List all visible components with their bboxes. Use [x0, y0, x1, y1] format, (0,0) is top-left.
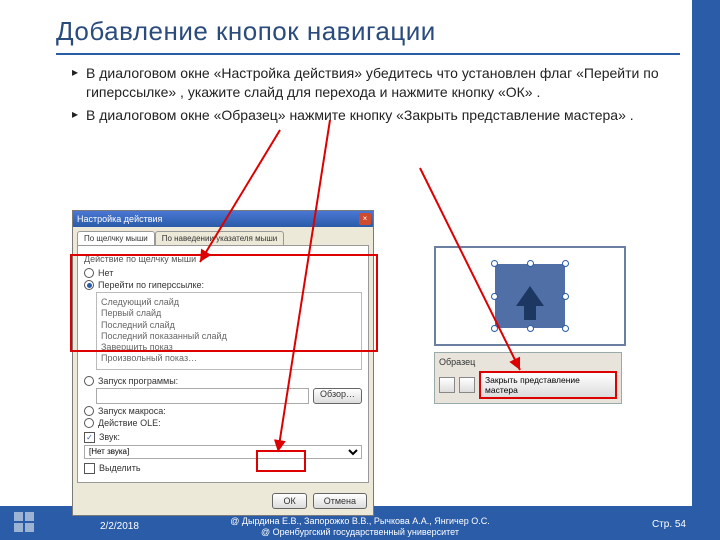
radio-run-program[interactable]: Запуск программы: — [84, 376, 362, 386]
radio-macro[interactable]: Запуск макроса: — [84, 406, 362, 416]
slide-title-bar: Добавление кнопок навигации — [56, 16, 680, 55]
close-master-view-button[interactable]: Закрыть представление мастера — [479, 371, 617, 399]
bullet-item-1: В диалоговом окне «Настройка действия» у… — [72, 64, 672, 102]
master-view-panel: Образец Закрыть представление мастера — [434, 246, 622, 404]
checkbox-icon: ✓ — [84, 432, 95, 443]
radio-macro-label: Запуск макроса: — [98, 406, 166, 416]
radio-ole-label: Действие OLE: — [98, 418, 161, 428]
radio-icon — [84, 376, 94, 386]
hyperlink-option[interactable]: Следующий слайд — [101, 297, 357, 308]
highlight-label: Выделить — [99, 463, 141, 473]
bullet-item-2: В диалоговом окне «Образец» нажмите кноп… — [72, 106, 672, 125]
radio-hyperlink-label: Перейти по гиперссылке: — [98, 280, 204, 290]
sound-select[interactable]: [Нет звука] — [84, 445, 362, 459]
hyperlink-options-list[interactable]: Следующий слайд Первый слайд Последний с… — [96, 292, 362, 370]
dialog-button-row: ОК Отмена — [73, 487, 373, 515]
master-thumb — [434, 246, 626, 346]
master-toolbar-label: Образец — [439, 357, 617, 367]
radio-ole[interactable]: Действие OLE: — [84, 418, 362, 428]
bullet-list: В диалоговом окне «Настройка действия» у… — [72, 64, 672, 125]
radio-none[interactable]: Нет — [84, 268, 362, 278]
close-icon[interactable]: × — [359, 213, 371, 225]
arrow-up-icon — [516, 286, 544, 306]
radio-icon — [84, 418, 94, 428]
dialog-title: Настройка действия — [77, 214, 162, 224]
browse-button[interactable]: Обзор… — [313, 388, 362, 404]
master-toolbar: Образец Закрыть представление мастера — [434, 352, 622, 404]
slide-frame-right — [692, 0, 720, 540]
radio-none-label: Нет — [98, 268, 113, 278]
footer-authors-line2: @ Оренбургский государственный университ… — [0, 527, 720, 538]
radio-hyperlink[interactable]: Перейти по гиперссылке: — [84, 280, 362, 290]
hyperlink-option[interactable]: Произвольный показ… — [101, 353, 357, 364]
radio-icon — [84, 280, 94, 290]
footer-page: Стр. 54 — [652, 519, 686, 530]
radio-icon — [84, 268, 94, 278]
ok-button[interactable]: ОК — [272, 493, 306, 509]
tab-on-hover[interactable]: По наведении указателя мыши — [155, 231, 285, 245]
toolbar-icon[interactable] — [459, 377, 475, 393]
dialog-titlebar: Настройка действия × — [73, 211, 373, 227]
dialog-body: Действие по щелчку мыши Нет Перейти по г… — [77, 245, 369, 483]
footer-authors-line1: @ Дырдина Е.В., Запорожко В.В., Рычкова … — [0, 516, 720, 527]
cancel-button[interactable]: Отмена — [313, 493, 367, 509]
footer-authors: @ Дырдина Е.В., Запорожко В.В., Рычкова … — [0, 516, 720, 538]
hyperlink-option[interactable]: Последний показанный слайд — [101, 331, 357, 342]
sound-checkbox[interactable]: ✓ Звук: — [84, 432, 362, 443]
slide-body: В диалоговом окне «Настройка действия» у… — [72, 64, 672, 129]
hyperlink-option[interactable]: Последний слайд — [101, 320, 357, 331]
hyperlink-option[interactable]: Первый слайд — [101, 308, 357, 319]
radio-icon — [84, 406, 94, 416]
dialog-tabs: По щелчку мыши По наведении указателя мы… — [73, 227, 373, 245]
toolbar-icon[interactable] — [439, 377, 455, 393]
dialog-group-label: Действие по щелчку мыши — [84, 254, 362, 264]
radio-run-label: Запуск программы: — [98, 376, 178, 386]
run-program-field[interactable] — [96, 388, 309, 404]
checkbox-icon — [84, 463, 95, 474]
hyperlink-option[interactable]: Завершить показ — [101, 342, 357, 353]
slide-title: Добавление кнопок навигации — [56, 16, 680, 47]
highlight-checkbox[interactable]: Выделить — [84, 463, 362, 474]
action-settings-dialog: Настройка действия × По щелчку мыши По н… — [72, 210, 382, 500]
sound-label: Звук: — [99, 432, 120, 442]
tab-on-click[interactable]: По щелчку мыши — [77, 231, 155, 245]
nav-button-shape[interactable] — [495, 264, 565, 328]
